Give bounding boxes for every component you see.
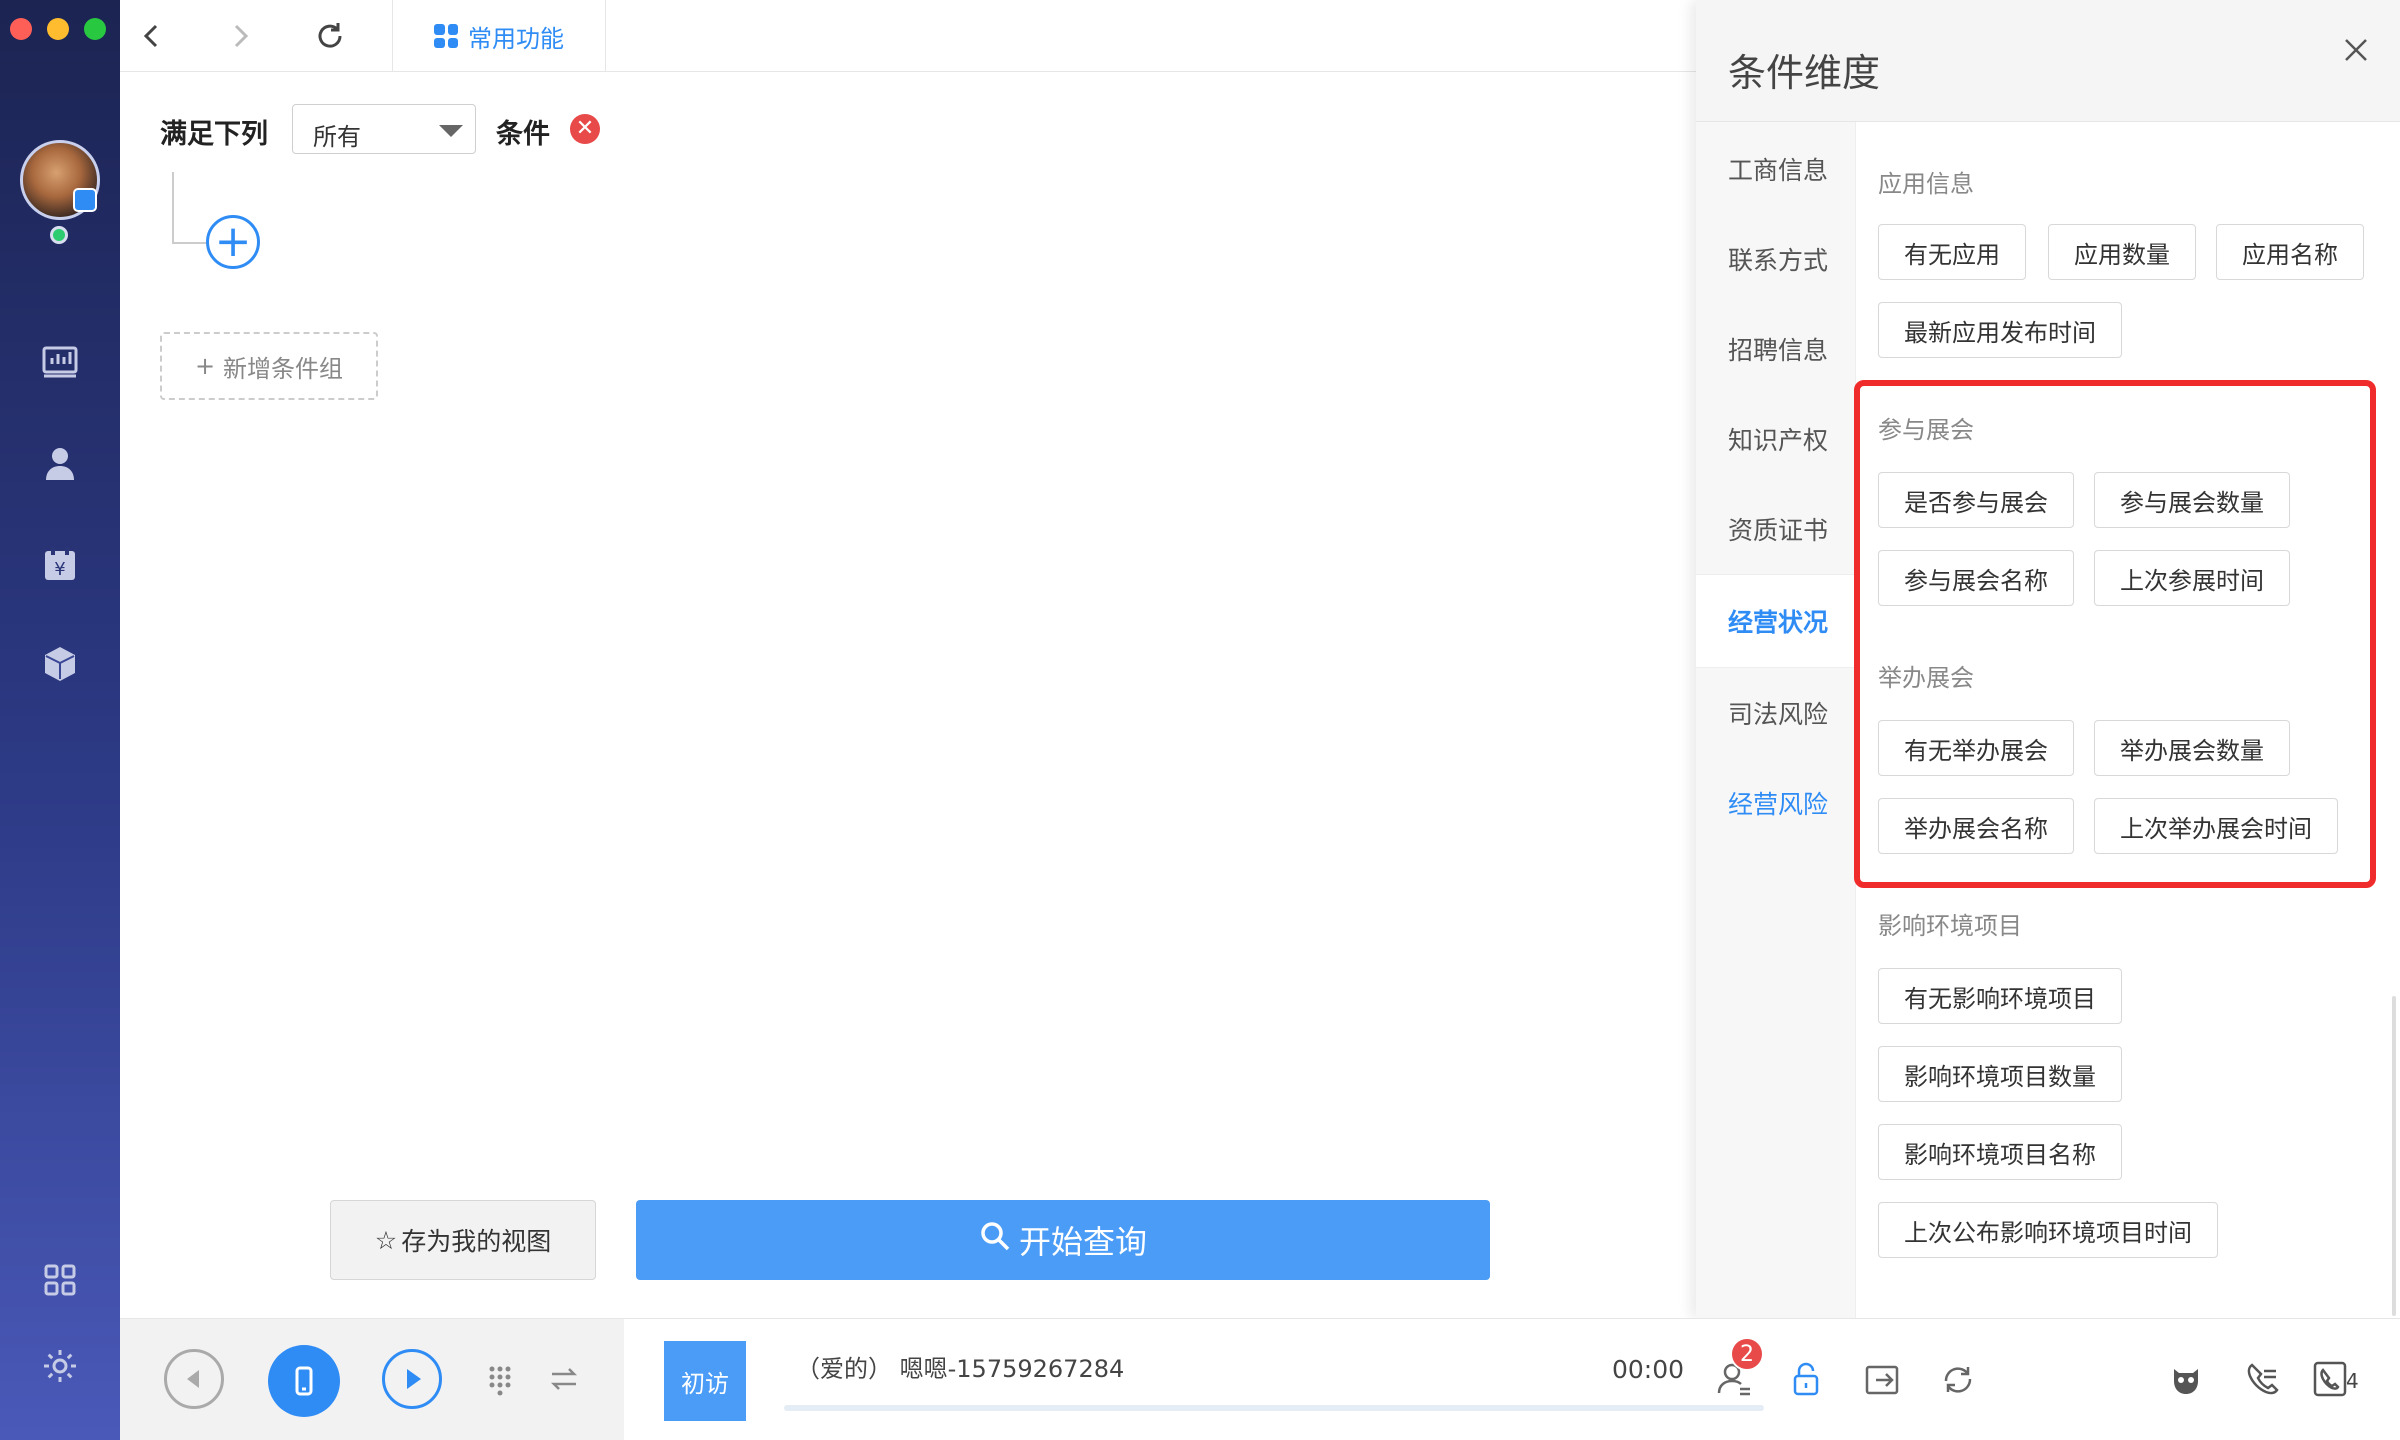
online-status-dot bbox=[50, 226, 68, 244]
nav-item-ip[interactable]: 知识产权 bbox=[1696, 394, 1856, 484]
nav-item-operations[interactable]: 经营状况 bbox=[1696, 574, 1856, 668]
play-icon[interactable] bbox=[382, 1349, 442, 1409]
remove-condition-icon[interactable]: ✕ bbox=[570, 114, 600, 144]
panel-scrollbar[interactable] bbox=[2392, 996, 2396, 1316]
add-condition-group-button[interactable]: + 新增条件组 bbox=[160, 332, 378, 400]
condition-chip[interactable]: 应用数量 bbox=[2048, 224, 2196, 280]
forward-button[interactable] bbox=[220, 16, 260, 56]
start-query-button[interactable]: 开始查询 bbox=[636, 1200, 1490, 1280]
robot-icon[interactable] bbox=[2164, 1357, 2208, 1401]
window-minimize-button[interactable] bbox=[47, 18, 69, 40]
refresh-button[interactable] bbox=[310, 16, 350, 56]
condition-chip[interactable]: 有无应用 bbox=[1878, 224, 2026, 280]
left-sidebar: ¥ bbox=[0, 0, 120, 1440]
lock-icon[interactable] bbox=[1784, 1357, 1828, 1401]
match-mode-value: 所有 bbox=[313, 123, 361, 151]
condition-chip[interactable]: 应用名称 bbox=[2216, 224, 2364, 280]
condition-chip[interactable]: 有无影响环境项目 bbox=[1878, 968, 2122, 1024]
window-zoom-button[interactable] bbox=[84, 18, 106, 40]
add-group-label: 新增条件组 bbox=[223, 354, 344, 383]
condition-suffix-label: 条件 bbox=[496, 119, 550, 150]
back-button[interactable] bbox=[132, 16, 172, 56]
contact-name-phone: （爱的） 嗯嗯-15759267284 bbox=[796, 1355, 1125, 1383]
panel-title: 条件维度 bbox=[1728, 51, 1881, 95]
nav-item-operational-risk[interactable]: 经营风险 bbox=[1696, 758, 1856, 848]
section-title: 应用信息 bbox=[1878, 170, 1974, 198]
save-view-label: 存为我的视图 bbox=[401, 1227, 552, 1256]
highlight-box bbox=[1854, 380, 2376, 888]
switch-icon[interactable] bbox=[544, 1359, 584, 1399]
search-icon bbox=[979, 1220, 1011, 1260]
condition-prefix-label: 满足下列 bbox=[160, 119, 268, 150]
phone-line-count: 4 bbox=[2346, 1369, 2359, 1393]
settings-icon[interactable] bbox=[40, 1346, 80, 1386]
remove-symbol: ✕ bbox=[575, 116, 595, 141]
prev-icon[interactable] bbox=[164, 1349, 224, 1409]
tab-label: 常用功能 bbox=[468, 24, 564, 53]
condition-tree-line bbox=[172, 172, 208, 244]
nav-item-recruitment[interactable]: 招聘信息 bbox=[1696, 304, 1856, 394]
call-progress-bar bbox=[784, 1405, 1764, 1411]
apps-grid-icon[interactable] bbox=[40, 1260, 80, 1300]
dimension-nav: 工商信息 联系方式 招聘信息 知识产权 资质证书 经营状况 司法风险 经营风险 bbox=[1696, 122, 1856, 1318]
match-mode-select[interactable]: 所有 bbox=[292, 104, 476, 154]
call-timer: 00:00 bbox=[1612, 1355, 1685, 1384]
cube-icon[interactable] bbox=[40, 644, 80, 684]
save-view-button[interactable]: ☆ 存为我的视图 bbox=[330, 1200, 596, 1280]
calendar-yen-icon[interactable]: ¥ bbox=[40, 544, 80, 584]
keypad-icon[interactable] bbox=[480, 1359, 520, 1399]
apps-grid-icon bbox=[434, 24, 458, 48]
svg-text:¥: ¥ bbox=[54, 559, 65, 580]
repeat-call-icon[interactable] bbox=[1936, 1357, 1980, 1401]
nav-item-judicial-risk[interactable]: 司法风险 bbox=[1696, 668, 1856, 758]
condition-chip[interactable]: 影响环境项目数量 bbox=[1878, 1046, 2122, 1102]
condition-chip[interactable]: 上次公布影响环境项目时间 bbox=[1878, 1202, 2218, 1258]
panel-header: 条件维度 bbox=[1696, 0, 2400, 122]
notification-badge: 2 bbox=[1730, 1337, 1764, 1371]
star-icon: ☆ bbox=[374, 1225, 398, 1255]
user-icon[interactable] bbox=[40, 444, 80, 484]
tab-common-functions[interactable]: 常用功能 bbox=[392, 0, 606, 72]
top-bar: 常用功能 bbox=[120, 0, 1700, 72]
call-bar: 初访 （爱的） 嗯嗯-15759267284 00:00 2 4 bbox=[120, 1318, 2400, 1440]
visit-status-badge[interactable]: 初访 bbox=[664, 1341, 746, 1421]
start-query-label: 开始查询 bbox=[1018, 1223, 1147, 1261]
section-title: 影响环境项目 bbox=[1878, 912, 2022, 940]
nav-item-contact[interactable]: 联系方式 bbox=[1696, 214, 1856, 304]
dashboard-icon[interactable] bbox=[40, 342, 80, 382]
mobile-phone-icon[interactable] bbox=[268, 1345, 340, 1417]
window-close-button[interactable] bbox=[10, 18, 32, 40]
chevron-down-icon bbox=[439, 125, 463, 137]
plus-icon: + bbox=[194, 352, 216, 380]
condition-chip[interactable]: 影响环境项目名称 bbox=[1878, 1124, 2122, 1180]
device-badge bbox=[73, 188, 97, 212]
plus-icon: + bbox=[214, 216, 252, 267]
nav-item-business-info[interactable]: 工商信息 bbox=[1696, 124, 1856, 214]
transfer-icon[interactable] bbox=[1860, 1357, 1904, 1401]
nav-item-certificates[interactable]: 资质证书 bbox=[1696, 484, 1856, 574]
call-log-icon[interactable] bbox=[2240, 1357, 2284, 1401]
close-icon[interactable] bbox=[2336, 30, 2376, 70]
add-condition-button[interactable]: + bbox=[206, 215, 260, 269]
condition-chip[interactable]: 最新应用发布时间 bbox=[1878, 302, 2122, 358]
